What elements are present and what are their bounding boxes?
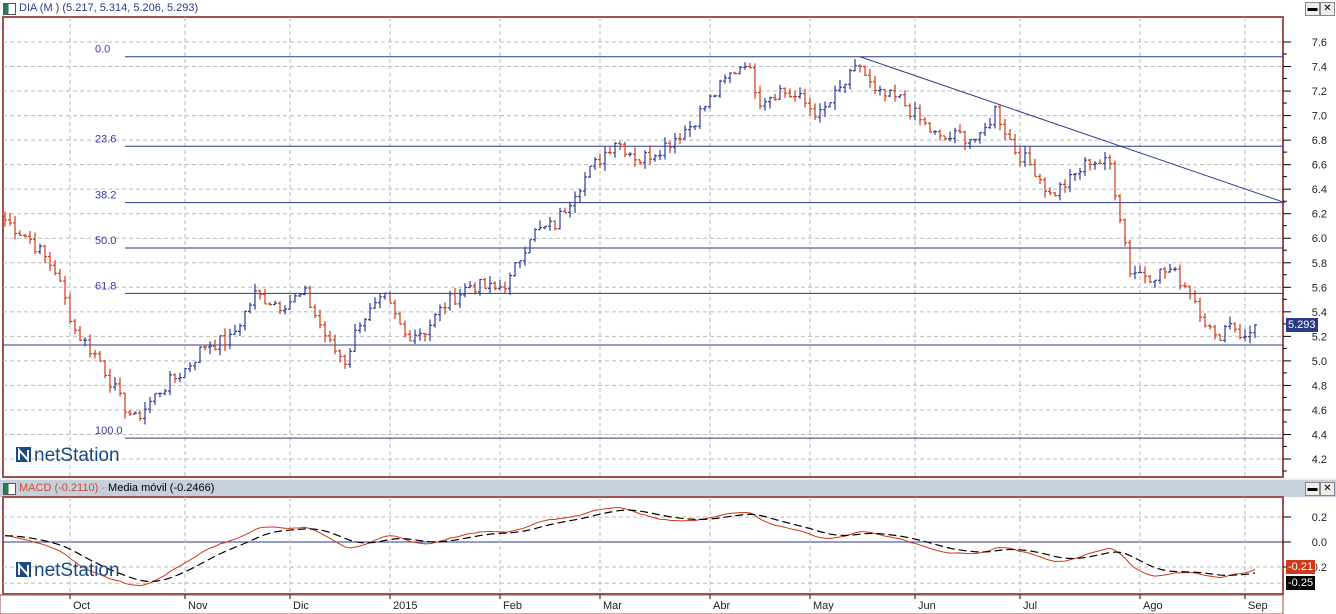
y-tick-label: 7.0: [1312, 111, 1327, 123]
y-tick-label: 5.6: [1312, 282, 1327, 294]
y-tick-label: 0.0: [1312, 537, 1327, 549]
logo-text: netStation: [34, 560, 120, 581]
macd-badge: -0.21: [1286, 560, 1316, 575]
x-tick-label: Abr: [713, 600, 730, 612]
fib-label: 61.8: [95, 280, 116, 292]
last-price-badge: 5.293: [1286, 317, 1318, 332]
x-tick-label: Mar: [603, 600, 622, 612]
y-tick-label: 7.4: [1312, 62, 1327, 74]
plot-frame: [2, 16, 1284, 478]
price-pane: DIA (M ) (5.217, 5.314, 5.206, 5.293) ▬ …: [0, 0, 1336, 478]
y-tick-label: 7.2: [1312, 86, 1327, 98]
y-tick-label: 5.8: [1312, 258, 1327, 270]
y-tick-label: 0.2: [1312, 512, 1327, 524]
fib-label: 0.0: [95, 44, 110, 56]
x-tick-label: Dic: [293, 600, 309, 612]
x-tick-label: Nov: [188, 600, 208, 612]
y-tick-label: 6.0: [1312, 233, 1327, 245]
x-tick-label: Sep: [1248, 600, 1268, 612]
y-tick-label: 5.0: [1312, 356, 1327, 368]
y-tick-label: 6.8: [1312, 135, 1327, 147]
y-tick-label: 7.6: [1312, 37, 1327, 49]
y-tick-label: 4.2: [1312, 454, 1327, 466]
signal-badge: -0.25: [1286, 576, 1316, 591]
x-tick-label: Ago: [1143, 600, 1163, 612]
x-tick-label: 2015: [393, 600, 417, 612]
y-tick-label: 4.4: [1312, 429, 1327, 441]
y-tick-label: 5.2: [1312, 331, 1327, 343]
x-tick-label: Jul: [1023, 600, 1037, 612]
logo-text: netStation: [34, 445, 120, 466]
x-tick-label: Feb: [503, 600, 522, 612]
macd-chart[interactable]: 0.20.00.2Oct Nov Dic 2015 Feb Mar Abr May Jun Jul…: [0, 480, 1336, 614]
y-tick-label: 6.2: [1312, 209, 1327, 221]
macd-pane: MACD (-0.2110) - Media móvil (-0.2466) ▬…: [0, 480, 1336, 614]
x-tick-label: Jun: [918, 600, 936, 612]
y-tick-label: 6.4: [1312, 184, 1327, 196]
price-chart[interactable]: 7.67.47.27.06.86.66.46.26.05.85.65.45.25…: [0, 0, 1336, 478]
x-tick-label: Oct: [73, 600, 90, 612]
y-tick-label: 4.8: [1312, 380, 1327, 392]
x-tick-label: May: [813, 600, 834, 612]
fib-label: 100.0: [95, 425, 123, 437]
y-tick-label: 6.6: [1312, 160, 1327, 172]
fib-label: 23.6: [95, 133, 116, 145]
fib-label: 38.2: [95, 190, 116, 202]
y-tick-label: 4.6: [1312, 405, 1327, 417]
fib-label: 50.0: [95, 235, 116, 247]
